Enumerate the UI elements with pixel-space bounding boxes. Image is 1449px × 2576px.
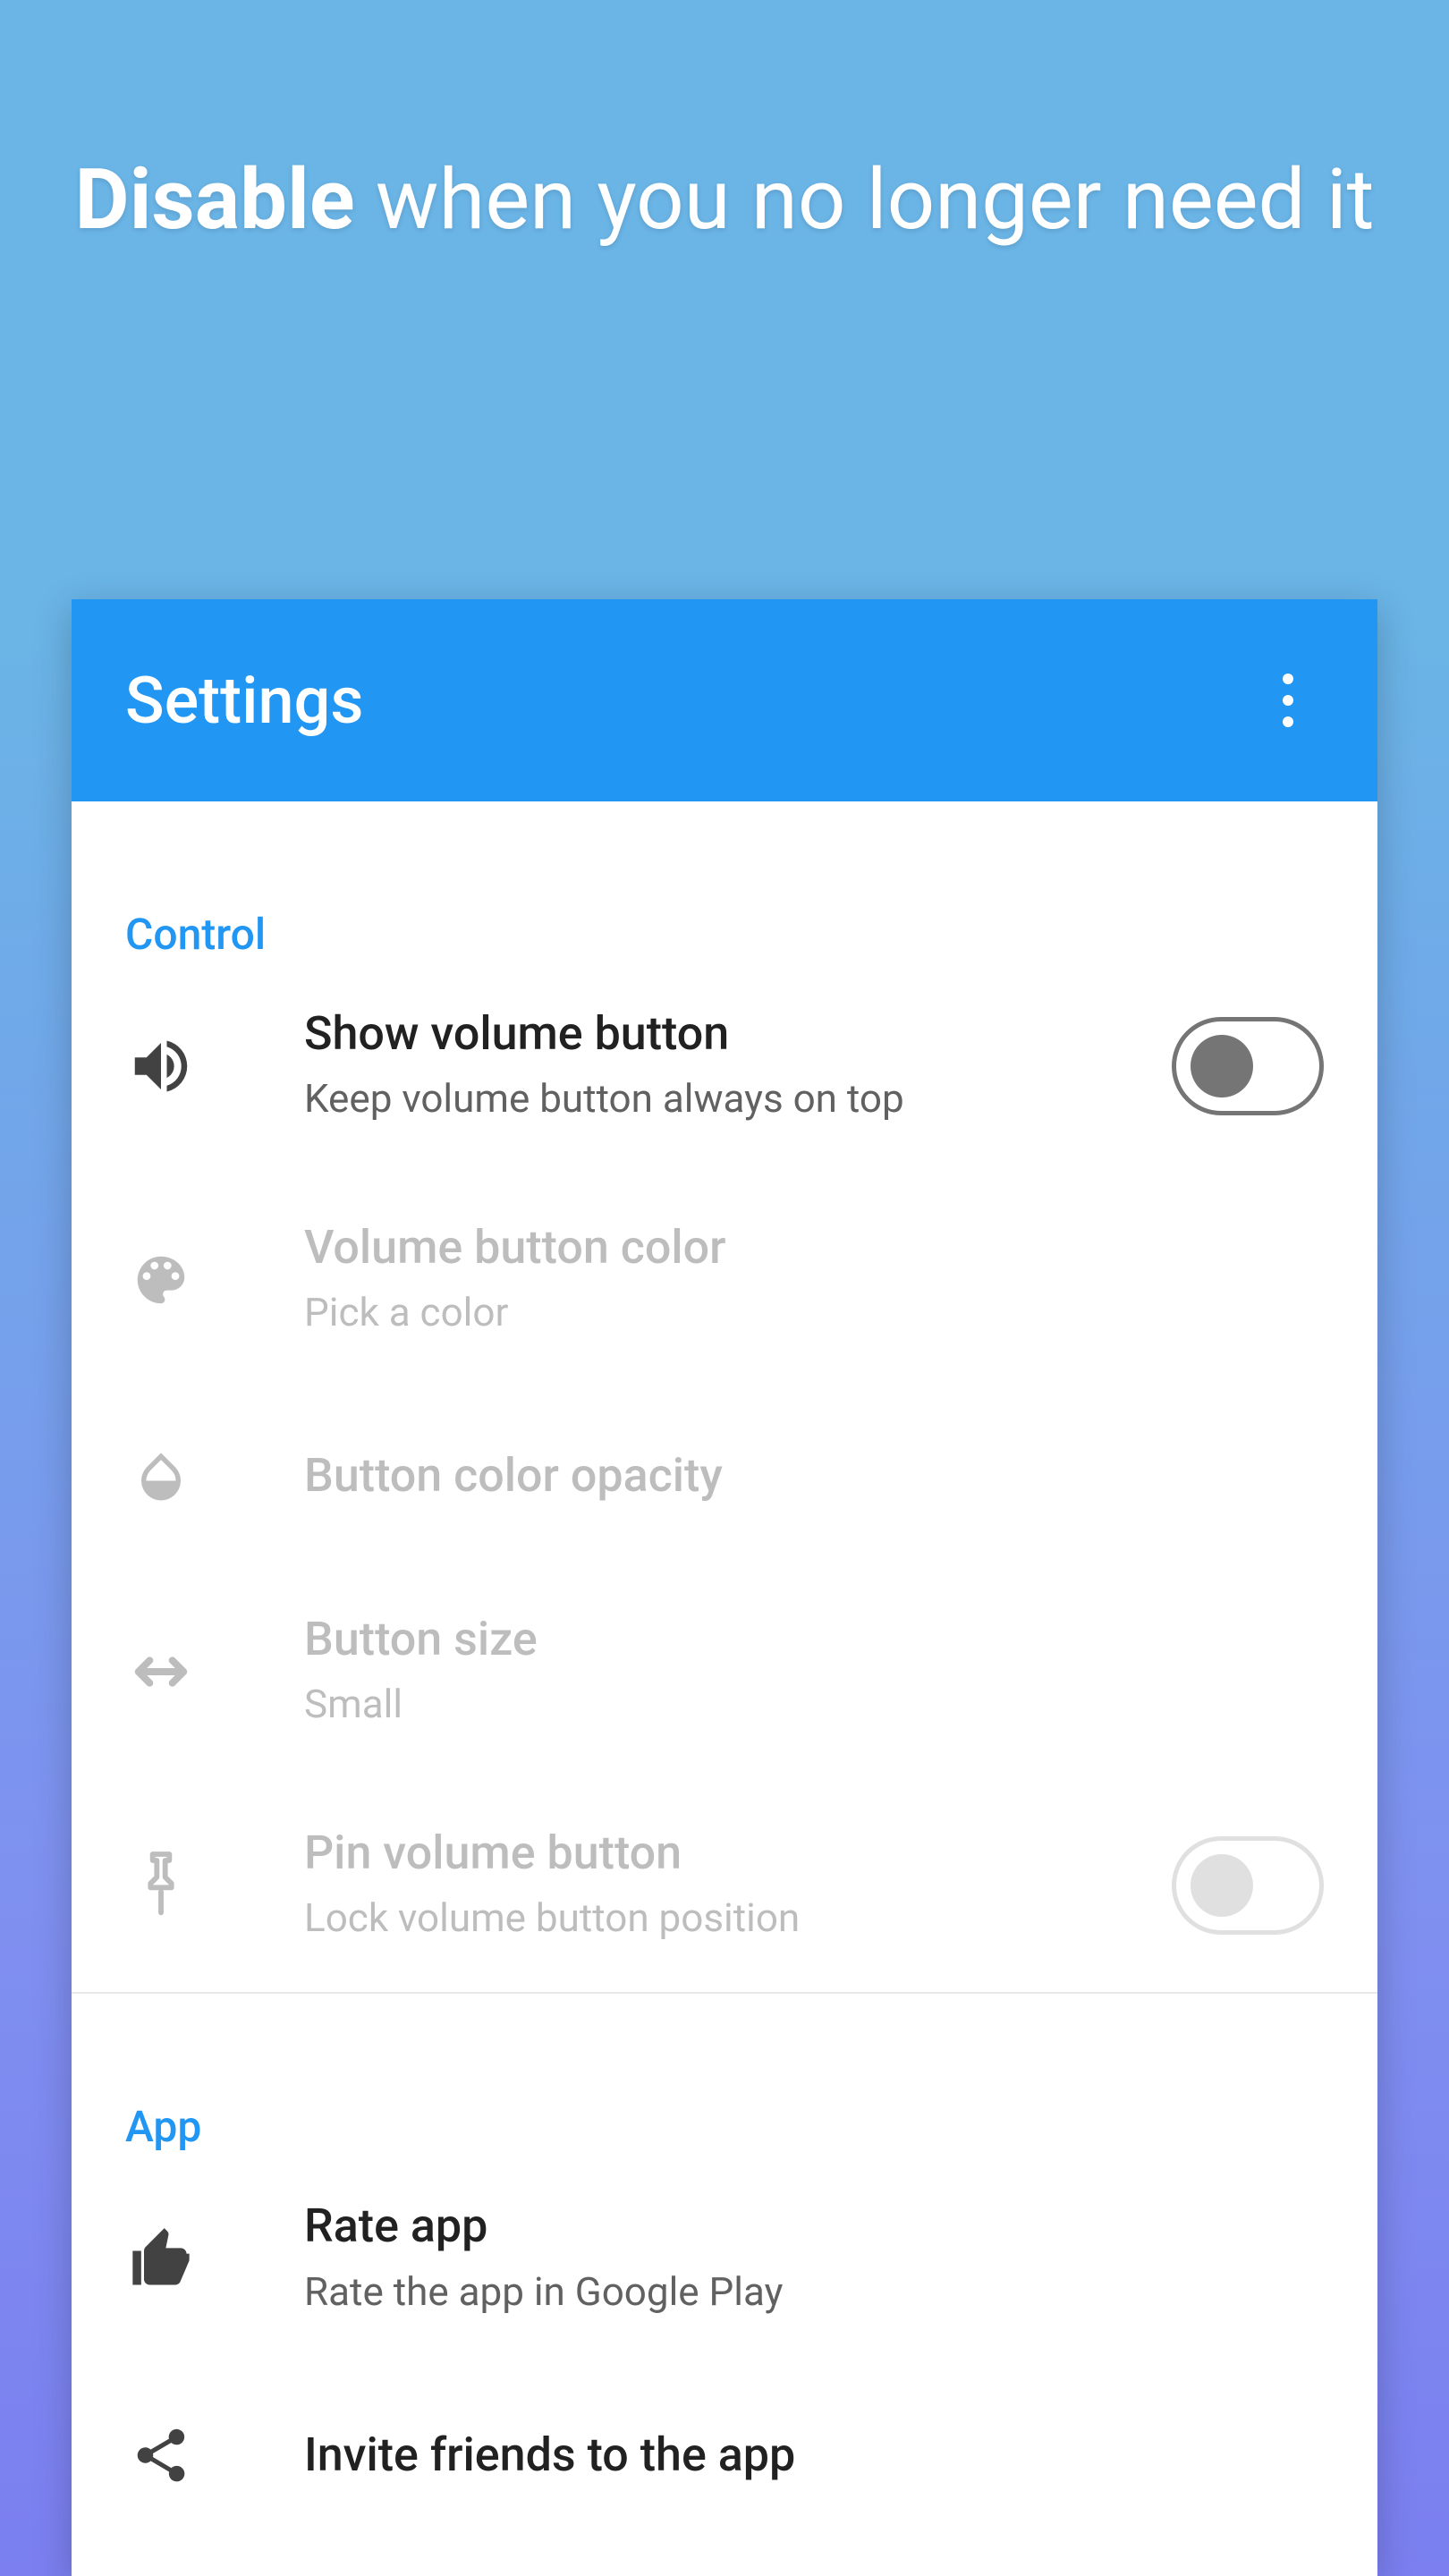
item-title: Button color opacity [304, 1445, 1324, 1507]
share-icon [125, 2424, 197, 2487]
item-opacity[interactable]: Button color opacity [72, 1386, 1377, 1565]
item-title: Invite friends to the app [304, 2424, 1324, 2487]
item-sub: Small [304, 1673, 1324, 1735]
item-volume-color[interactable]: Volume button color Pick a color [72, 1174, 1377, 1387]
item-rate[interactable]: Rate app Rate the app in Google Play [72, 2152, 1377, 2366]
hero-banner: Disable when you no longer need it [0, 0, 1449, 257]
item-pin[interactable]: Pin volume button Lock volume button pos… [72, 1779, 1377, 1993]
item-sub: Pick a color [304, 1281, 1324, 1343]
switch-show-volume[interactable] [1172, 1017, 1324, 1115]
hero-bold: Disable [75, 150, 355, 249]
settings-card: Settings Control Show volume button Keep… [72, 599, 1377, 2576]
opacity-icon [125, 1446, 197, 1505]
hero-rest: when you no longer need it [355, 150, 1375, 249]
section-header-app: App [72, 1994, 1377, 2152]
item-title: Show volume button [304, 1003, 1172, 1065]
item-show-volume[interactable]: Show volume button Keep volume button al… [72, 960, 1377, 1174]
item-text: Volume button color Pick a color [197, 1216, 1324, 1344]
item-invite[interactable]: Invite friends to the app [72, 2366, 1377, 2545]
thumb-up-icon [125, 2225, 197, 2293]
more-button[interactable] [1252, 665, 1324, 736]
page-title: Settings [125, 663, 1252, 739]
item-sub: Keep volume button always on top [304, 1067, 1172, 1130]
item-text: Rate app Rate the app in Google Play [197, 2195, 1324, 2323]
item-title: Button size [304, 1608, 1324, 1671]
item-text: Button size Small [197, 1608, 1324, 1736]
palette-icon [125, 1249, 197, 1311]
app-bar: Settings [72, 599, 1377, 801]
more-vert-icon [1283, 674, 1293, 727]
item-title: Rate app [304, 2195, 1324, 2258]
pin-icon [125, 1852, 197, 1919]
item-text: Show volume button Keep volume button al… [197, 1003, 1172, 1131]
item-text: Pin volume button Lock volume button pos… [197, 1822, 1172, 1950]
section-header-control: Control [72, 801, 1377, 960]
item-text: Invite friends to the app [197, 2424, 1324, 2487]
volume-icon [125, 1031, 197, 1101]
item-title: Pin volume button [304, 1822, 1172, 1885]
hero-text: Disable when you no longer need it [0, 143, 1449, 257]
item-sub: Lock volume button position [304, 1886, 1172, 1949]
swap-horiz-icon [125, 1654, 197, 1690]
switch-pin[interactable] [1172, 1836, 1324, 1935]
item-size[interactable]: Button size Small [72, 1565, 1377, 1779]
item-text: Button color opacity [197, 1445, 1324, 1507]
item-title: Volume button color [304, 1216, 1324, 1279]
item-sub: Rate the app in Google Play [304, 2260, 1324, 2323]
